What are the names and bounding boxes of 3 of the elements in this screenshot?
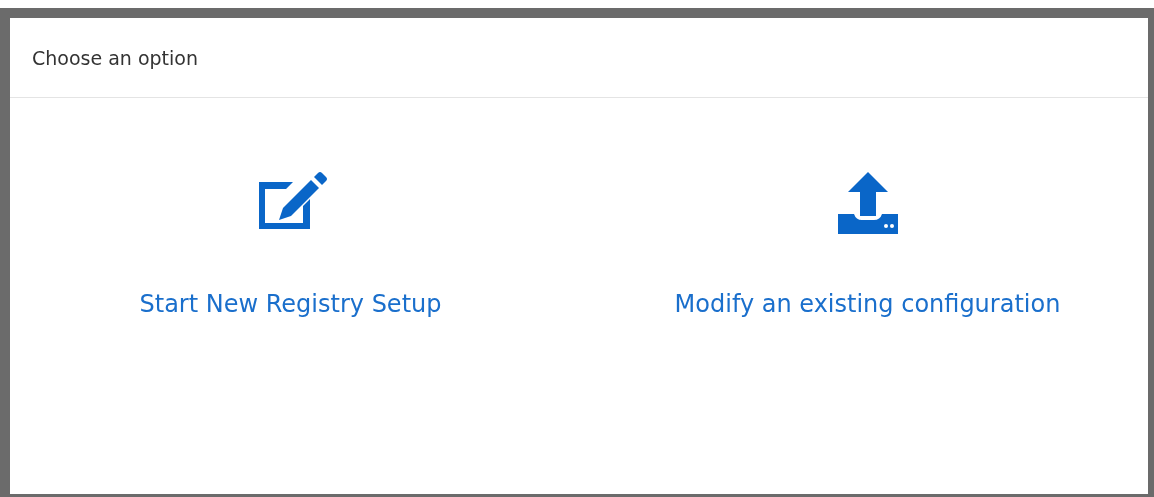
- dialog-title: Choose an option: [32, 46, 198, 69]
- option-link[interactable]: Start New Registry Setup: [139, 290, 442, 318]
- option-link[interactable]: Modify an existing configuration: [674, 290, 1061, 318]
